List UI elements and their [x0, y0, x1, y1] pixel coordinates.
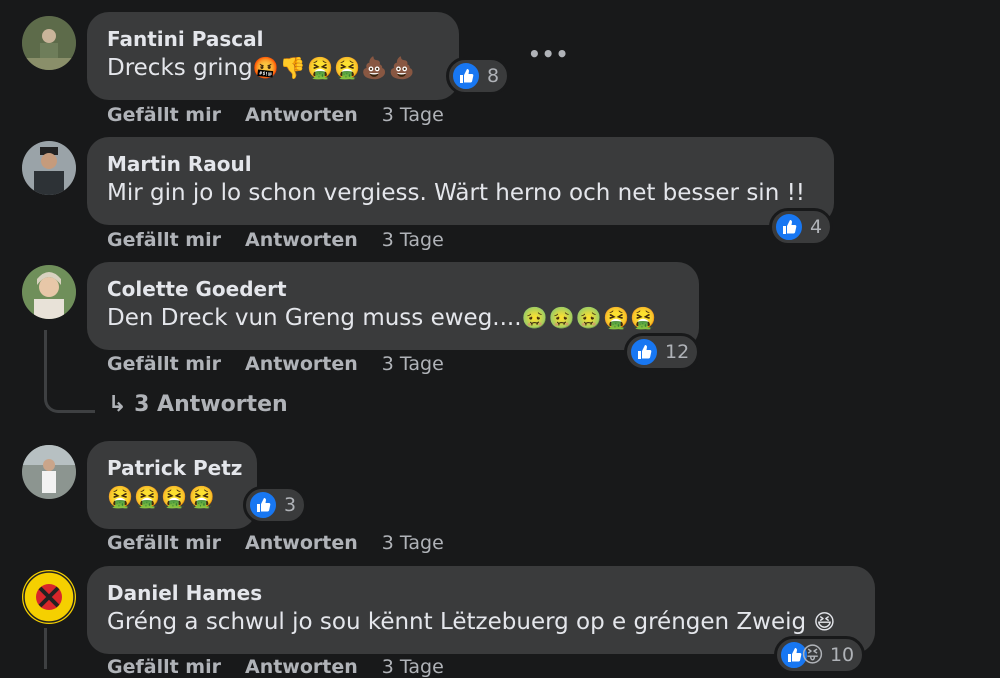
like-reaction-icon [774, 212, 804, 242]
like-button[interactable]: Gefällt mir [107, 532, 221, 554]
no-electromobility-badge-icon [23, 571, 75, 623]
reaction-count: 10 [829, 644, 855, 666]
reply-button[interactable]: Antworten [245, 656, 358, 678]
comment-author[interactable]: Patrick Petz [107, 455, 242, 481]
replies-count: 3 Antworten [134, 392, 288, 417]
view-replies-button[interactable]: ↳ 3 Antworten [108, 392, 288, 417]
comment-text: Drecks gring [107, 55, 253, 81]
reaction-count: 8 [487, 65, 500, 87]
like-reaction-icon [629, 337, 659, 367]
comment-text: Gréng a schwul jo sou kënnt Lëtzebuerg o… [107, 609, 807, 635]
like-reaction-icon [248, 490, 278, 520]
like-button[interactable]: Gefällt mir [107, 104, 221, 126]
avatar-photo-icon [22, 445, 76, 499]
comment-emoji: 🤬👎🤮🤮💩💩 [252, 56, 416, 80]
reaction-summary[interactable]: 12 [624, 333, 701, 371]
reply-button[interactable]: Antworten [245, 532, 358, 554]
reply-button[interactable]: Antworten [245, 353, 358, 375]
comment-author[interactable]: Fantini Pascal [107, 26, 439, 52]
like-reaction-icon [451, 61, 481, 91]
comment-actions: Gefällt mir Antworten 3 Tage [107, 353, 468, 375]
comment-bubble: Martin Raoul Mir gin jo lo schon vergies… [87, 137, 834, 225]
comment-text: Den Dreck vun Greng muss eweg.... [107, 305, 522, 331]
like-button[interactable]: Gefällt mir [107, 353, 221, 375]
comment-bubble: Colette Goedert Den Dreck vun Greng muss… [87, 262, 699, 350]
avatar[interactable] [22, 445, 76, 499]
reply-button[interactable]: Antworten [245, 229, 358, 251]
avatar[interactable] [22, 141, 76, 195]
reply-arrow-icon: ↳ [108, 392, 135, 417]
avatar-photo-icon [22, 16, 76, 70]
comment-bubble: Fantini Pascal Drecks gring🤬👎🤮🤮💩💩 [87, 12, 459, 100]
like-button[interactable]: Gefällt mir [107, 656, 221, 678]
avatar-photo-icon [22, 141, 76, 195]
like-button[interactable]: Gefällt mir [107, 229, 221, 251]
comment-bubble: Daniel Hames Gréng a schwul jo sou kënnt… [87, 566, 875, 654]
comment-actions: Gefällt mir Antworten 3 Tage [107, 656, 468, 678]
thread-connector [44, 330, 95, 413]
comment-emoji: 🤮🤮🤮🤮 [107, 485, 216, 509]
reaction-summary[interactable]: 😝 10 [774, 636, 866, 674]
reply-button[interactable]: Antworten [245, 104, 358, 126]
comment-emoji: 🤢🤢🤢🤮🤮 [521, 306, 658, 330]
reaction-summary[interactable]: 3 [243, 486, 308, 524]
timestamp[interactable]: 3 Tage [382, 104, 444, 126]
timestamp[interactable]: 3 Tage [382, 353, 444, 375]
reaction-summary[interactable]: 4 [769, 208, 834, 246]
more-options-icon[interactable]: ••• [528, 42, 569, 66]
timestamp[interactable]: 3 Tage [382, 229, 444, 251]
comment-actions: Gefällt mir Antworten 3 Tage [107, 229, 468, 251]
comment-emoji: 😆 [813, 610, 837, 634]
timestamp[interactable]: 3 Tage [382, 532, 444, 554]
comment-author[interactable]: Martin Raoul [107, 151, 814, 177]
haha-reaction-icon: 😝 [801, 642, 824, 668]
avatar[interactable] [22, 16, 76, 70]
comment-author[interactable]: Daniel Hames [107, 580, 855, 606]
thread-connector [44, 628, 47, 669]
avatar[interactable] [22, 265, 76, 319]
comment-actions: Gefällt mir Antworten 3 Tage [107, 104, 468, 126]
reaction-summary[interactable]: 8 [446, 57, 511, 95]
comment-author[interactable]: Colette Goedert [107, 276, 679, 302]
avatar-photo-icon [22, 265, 76, 319]
reaction-count: 3 [284, 494, 297, 516]
comment-actions: Gefällt mir Antworten 3 Tage [107, 532, 468, 554]
reaction-count: 4 [810, 216, 823, 238]
comment-bubble: Patrick Petz 🤮🤮🤮🤮 [87, 441, 257, 529]
avatar[interactable] [22, 570, 76, 624]
reaction-count: 12 [665, 341, 690, 363]
timestamp[interactable]: 3 Tage [382, 656, 444, 678]
comment-text: Mir gin jo lo schon vergiess. Wärt herno… [107, 180, 806, 206]
